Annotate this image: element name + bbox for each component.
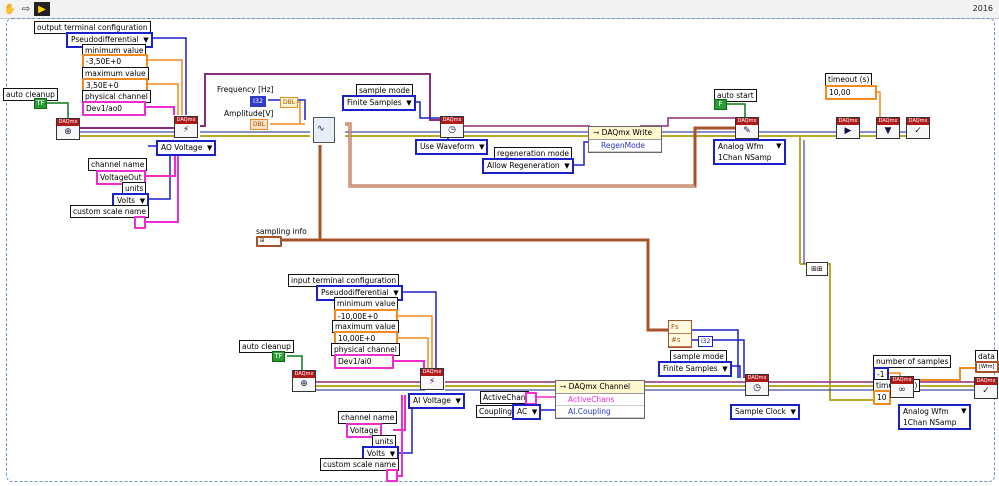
coupling-ring[interactable]: AC ▼ xyxy=(512,404,542,420)
chevron-down-icon: ▼ xyxy=(790,408,796,416)
ao-wait-until-done-vi[interactable]: DAQmx ▼ xyxy=(876,117,900,139)
coupling-label: Coupling xyxy=(476,405,516,418)
read-glasses-icon: ∞ xyxy=(898,385,906,395)
chevron-down-icon: ▼ xyxy=(207,144,213,152)
clear-icon: ✓ xyxy=(982,386,990,396)
dbl-conversion-tag: DBL xyxy=(280,97,299,108)
active-chans-property[interactable]: ActiveChans xyxy=(556,394,644,406)
ao-timing-vi[interactable]: DAQmx ◷ xyxy=(440,116,464,138)
channel-icon: ⚡ xyxy=(428,377,436,387)
ai-custom-scale-input[interactable] xyxy=(386,469,398,482)
ai-timing-vi[interactable]: DAQmx ◷ xyxy=(745,374,769,396)
ao-physical-channel-input[interactable]: Dev1/ao0 xyxy=(82,101,146,116)
ao-clear-task-vi[interactable]: DAQmx ✓ xyxy=(906,117,930,139)
chevron-down-icon: ▼ xyxy=(531,408,538,416)
start-play-icon: ▶ xyxy=(844,126,852,136)
ai-create-task-vi[interactable]: DAQmx ⊕ xyxy=(292,370,316,392)
daqmx-write-vi[interactable]: DAQmx ✎ xyxy=(735,117,759,139)
property-node-icon: ⊸ xyxy=(560,382,569,391)
ai-voltage-selector[interactable]: AI Voltage ▼ xyxy=(408,393,465,409)
chevron-down-icon: ▼ xyxy=(406,99,412,107)
active-chan-label: ActiveChan xyxy=(480,391,529,404)
chevron-down-icon: ▼ xyxy=(479,143,485,151)
ao-custom-scale-input[interactable] xyxy=(134,216,146,229)
frequency-label: Frequency [Hz] xyxy=(217,85,274,94)
ai-clear-task-vi[interactable]: DAQmx ✓ xyxy=(974,377,998,399)
chevron-down-icon: ▼ xyxy=(961,407,967,415)
daqmx-write-property-node[interactable]: ⊸ DAQmx Write RegenMode xyxy=(588,126,662,153)
chevron-down-icon: ▼ xyxy=(564,162,570,170)
channel-icon: ⚡ xyxy=(182,125,190,135)
amplitude-label: Amplitude[V] xyxy=(224,109,274,118)
property-node-icon: ⊸ xyxy=(593,128,602,137)
i32-conversion-tag: I32 xyxy=(698,336,714,347)
task-icon: ⊕ xyxy=(300,379,308,389)
regen-mode-property[interactable]: RegenMode xyxy=(589,140,661,152)
ao-create-task-vi[interactable]: DAQmx ⊕ xyxy=(56,118,80,140)
ai-analog-wfm-selector[interactable]: Analog Wfm 1Chan NSamp ▼ xyxy=(898,404,971,430)
ao-voltage-selector[interactable]: AO Voltage ▼ xyxy=(156,140,217,156)
write-pencil-icon: ✎ xyxy=(743,126,751,136)
ai-auto-cleanup-label: auto cleanup xyxy=(239,340,294,353)
waveform-icon: ∿ xyxy=(317,124,325,134)
ai-create-channel-vi[interactable]: DAQmx ⚡ xyxy=(420,368,444,390)
chevron-down-icon: ▼ xyxy=(776,142,782,150)
ao-analog-wfm-selector[interactable]: Analog Wfm 1Chan NSamp ▼ xyxy=(713,139,786,165)
ai-timeout-input[interactable]: 10 xyxy=(873,390,891,405)
merge-errors-icon: ⊞⊞ xyxy=(806,262,828,276)
regeneration-mode-ring[interactable]: Allow Regeneration ▼ xyxy=(482,158,574,174)
sampling-info-control[interactable]: ⊞ xyxy=(256,236,282,247)
amplitude-control[interactable]: DBL xyxy=(250,119,269,130)
ao-start-task-vi[interactable]: DAQmx ▶ xyxy=(836,117,860,139)
chevron-down-icon: ▼ xyxy=(455,397,461,405)
ao-timeout-input[interactable]: 10,00 xyxy=(825,85,877,100)
use-waveform-selector[interactable]: Use Waveform ▼ xyxy=(415,139,489,155)
data-indicator[interactable]: [Wfm] xyxy=(975,361,999,373)
waveform-generator-vi[interactable]: ∿ xyxy=(313,117,335,143)
auto-start-constant[interactable]: F xyxy=(714,99,727,110)
bundle-ns-field: #s xyxy=(669,334,691,347)
clock-icon: ◷ xyxy=(448,125,456,135)
bundle-fs-field: Fs xyxy=(669,321,691,334)
sample-clock-selector[interactable]: Sample Clock ▼ xyxy=(730,404,800,420)
unbundle-by-name[interactable]: Fs #s xyxy=(668,320,692,348)
clock-icon: ◷ xyxy=(753,383,761,393)
daqmx-channel-property-node[interactable]: ⊸ DAQmx Channel ActiveChans AI.Coupling xyxy=(555,380,645,419)
ao-auto-cleanup-label: auto cleanup xyxy=(3,88,58,101)
ai-coupling-property[interactable]: AI.Coupling xyxy=(556,406,644,418)
chevron-down-icon: ▼ xyxy=(722,365,728,373)
ai-sample-mode-ring[interactable]: Finite Samples ▼ xyxy=(658,361,732,377)
ai-auto-cleanup-constant[interactable]: TF xyxy=(272,351,285,362)
frequency-control[interactable]: I32 xyxy=(250,96,267,107)
wait-icon: ▼ xyxy=(884,126,892,136)
task-icon: ⊕ xyxy=(64,127,72,137)
ao-create-channel-vi[interactable]: DAQmx ⚡ xyxy=(174,116,198,138)
ao-auto-cleanup-constant[interactable]: TF xyxy=(34,98,47,109)
clear-icon: ✓ xyxy=(914,126,922,136)
write-sample-mode-ring[interactable]: Finite Samples ▼ xyxy=(342,95,416,111)
ai-physical-channel-input[interactable]: Dev1/ai0 xyxy=(334,354,394,369)
daqmx-read-vi[interactable]: DAQmx ∞ xyxy=(890,376,914,398)
